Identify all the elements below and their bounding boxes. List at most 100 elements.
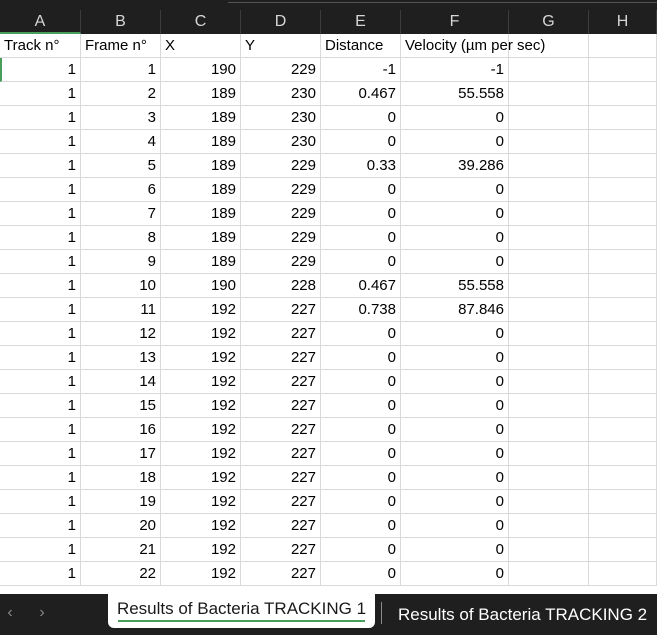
- table-cell[interactable]: [589, 226, 657, 250]
- table-cell[interactable]: 190: [161, 274, 241, 298]
- table-cell[interactable]: 6: [81, 178, 161, 202]
- table-cell[interactable]: [509, 514, 589, 538]
- table-cell[interactable]: 228: [241, 274, 321, 298]
- column-header-d[interactable]: D: [241, 10, 321, 34]
- table-cell[interactable]: [589, 322, 657, 346]
- table-cell[interactable]: 192: [161, 490, 241, 514]
- table-cell[interactable]: 1: [0, 538, 81, 562]
- column-header-f[interactable]: F: [401, 10, 509, 34]
- table-cell[interactable]: [509, 82, 589, 106]
- table-cell[interactable]: 1: [0, 250, 81, 274]
- column-header-a[interactable]: A: [0, 10, 81, 34]
- header-cell-frame[interactable]: Frame n°: [81, 34, 161, 58]
- table-cell[interactable]: 0: [321, 514, 401, 538]
- table-cell[interactable]: 227: [241, 322, 321, 346]
- table-cell[interactable]: [589, 514, 657, 538]
- table-cell[interactable]: 1: [81, 58, 161, 82]
- table-cell[interactable]: 229: [241, 250, 321, 274]
- table-cell[interactable]: 1: [0, 58, 81, 82]
- header-cell-h[interactable]: [589, 34, 657, 58]
- table-cell[interactable]: [509, 322, 589, 346]
- table-cell[interactable]: 230: [241, 106, 321, 130]
- table-cell[interactable]: 227: [241, 466, 321, 490]
- table-cell[interactable]: [509, 418, 589, 442]
- table-cell[interactable]: 189: [161, 154, 241, 178]
- table-cell[interactable]: 0: [401, 106, 509, 130]
- table-cell[interactable]: 0: [401, 370, 509, 394]
- table-cell[interactable]: 192: [161, 466, 241, 490]
- table-cell[interactable]: 20: [81, 514, 161, 538]
- table-cell[interactable]: 0: [401, 490, 509, 514]
- table-cell[interactable]: [589, 370, 657, 394]
- table-cell[interactable]: [509, 58, 589, 82]
- table-cell[interactable]: [589, 82, 657, 106]
- table-cell[interactable]: 192: [161, 394, 241, 418]
- table-cell[interactable]: 229: [241, 202, 321, 226]
- table-cell[interactable]: 0: [401, 418, 509, 442]
- table-cell[interactable]: [589, 154, 657, 178]
- table-cell[interactable]: 229: [241, 226, 321, 250]
- table-cell[interactable]: 189: [161, 178, 241, 202]
- header-cell-distance[interactable]: Distance: [321, 34, 401, 58]
- table-cell[interactable]: 227: [241, 538, 321, 562]
- table-cell[interactable]: 0: [321, 442, 401, 466]
- table-cell[interactable]: 1: [0, 490, 81, 514]
- table-cell[interactable]: 192: [161, 418, 241, 442]
- table-cell[interactable]: 227: [241, 298, 321, 322]
- table-cell[interactable]: 7: [81, 202, 161, 226]
- table-cell[interactable]: 55.558: [401, 274, 509, 298]
- table-cell[interactable]: 189: [161, 82, 241, 106]
- table-cell[interactable]: 1: [0, 130, 81, 154]
- table-cell[interactable]: [509, 202, 589, 226]
- table-cell[interactable]: 192: [161, 346, 241, 370]
- table-cell[interactable]: 0: [401, 130, 509, 154]
- table-cell[interactable]: 1: [0, 298, 81, 322]
- table-cell[interactable]: 5: [81, 154, 161, 178]
- table-cell[interactable]: 10: [81, 274, 161, 298]
- table-cell[interactable]: 1: [0, 562, 81, 586]
- table-cell[interactable]: [589, 202, 657, 226]
- table-cell[interactable]: 189: [161, 130, 241, 154]
- table-cell[interactable]: 1: [0, 514, 81, 538]
- table-cell[interactable]: 189: [161, 202, 241, 226]
- table-cell[interactable]: 87.846: [401, 298, 509, 322]
- column-header-b[interactable]: B: [81, 10, 161, 34]
- table-cell[interactable]: 0: [401, 562, 509, 586]
- table-cell[interactable]: 0: [321, 130, 401, 154]
- table-cell[interactable]: 227: [241, 562, 321, 586]
- table-cell[interactable]: 0.33: [321, 154, 401, 178]
- table-cell[interactable]: 4: [81, 130, 161, 154]
- table-cell[interactable]: 0: [321, 250, 401, 274]
- table-cell[interactable]: 21: [81, 538, 161, 562]
- table-cell[interactable]: 0: [321, 346, 401, 370]
- table-cell[interactable]: 0.467: [321, 82, 401, 106]
- table-cell[interactable]: 229: [241, 154, 321, 178]
- table-cell[interactable]: 0: [321, 466, 401, 490]
- table-cell[interactable]: 0: [321, 226, 401, 250]
- table-cell[interactable]: 0: [321, 202, 401, 226]
- table-cell[interactable]: [589, 130, 657, 154]
- column-header-e[interactable]: E: [321, 10, 401, 34]
- table-cell[interactable]: 1: [0, 346, 81, 370]
- table-cell[interactable]: 0: [321, 178, 401, 202]
- table-cell[interactable]: 1: [0, 394, 81, 418]
- table-cell[interactable]: 0: [401, 178, 509, 202]
- table-cell[interactable]: 16: [81, 418, 161, 442]
- chevron-left-icon[interactable]: ‹: [0, 602, 20, 624]
- table-cell[interactable]: 8: [81, 226, 161, 250]
- table-cell[interactable]: [589, 442, 657, 466]
- table-cell[interactable]: 1: [0, 418, 81, 442]
- table-cell[interactable]: 1: [0, 106, 81, 130]
- table-cell[interactable]: 0: [321, 370, 401, 394]
- table-cell[interactable]: [589, 538, 657, 562]
- column-header-h[interactable]: H: [589, 10, 657, 34]
- table-cell[interactable]: 11: [81, 298, 161, 322]
- table-cell[interactable]: [509, 106, 589, 130]
- table-cell[interactable]: [509, 562, 589, 586]
- table-cell[interactable]: [509, 178, 589, 202]
- table-cell[interactable]: 0: [321, 562, 401, 586]
- table-cell[interactable]: 0: [321, 538, 401, 562]
- header-cell-velocity[interactable]: Velocity (µm per sec): [401, 34, 545, 58]
- table-cell[interactable]: 192: [161, 370, 241, 394]
- table-cell[interactable]: 1: [0, 178, 81, 202]
